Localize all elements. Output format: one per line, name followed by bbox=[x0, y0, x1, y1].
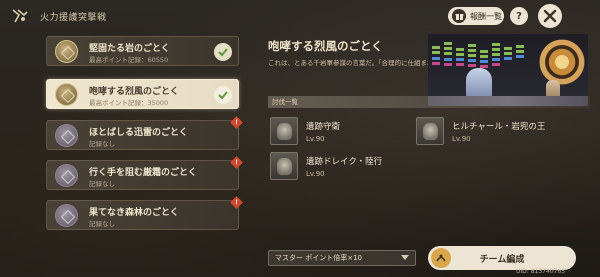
stage-item-3[interactable]: ほとばしる迅雷のごとく 記録なし ! bbox=[46, 116, 243, 150]
reward-list-label: 報酬一覧 bbox=[470, 11, 502, 21]
new-alert-icon: ! bbox=[230, 156, 243, 169]
enemy-item[interactable]: 遺跡ドレイク・陸行 Lv.90 bbox=[270, 152, 382, 180]
enemy-item[interactable]: ヒルチャール・岩兜の王 Lv.90 bbox=[416, 117, 545, 145]
reward-list-button[interactable]: 報酬一覧 bbox=[448, 7, 504, 25]
new-alert-icon: ! bbox=[230, 116, 243, 129]
stage-name: 咆哮する烈風のごとく bbox=[89, 87, 179, 97]
new-alert-icon: ! bbox=[230, 196, 243, 209]
stage-description: これは、とある千岩軍参謀の言葉だ。「合理的に仕組まれた攻撃は、烈風のごとく、敵の… bbox=[268, 59, 436, 67]
multiplier-label: マスター ポイント倍率×10 bbox=[275, 254, 362, 262]
stage-item-4[interactable]: 行く手を阻む厳霜のごとく 記録なし ! bbox=[46, 156, 243, 190]
speaker-graphic bbox=[536, 36, 588, 88]
stage-record: 記録なし bbox=[89, 180, 115, 188]
hilichurl-king-portrait-icon bbox=[416, 117, 444, 145]
stage-name: ほとばしる迅雷のごとく bbox=[89, 128, 188, 138]
enemy-list-heading: 討伐一覧 bbox=[268, 96, 590, 108]
stage-name: 果てなき森林のごとく bbox=[89, 208, 179, 218]
enemy-level: Lv.90 bbox=[306, 134, 325, 143]
stage-detail-title: 咆哮する烈風のごとく bbox=[268, 39, 383, 53]
anemo-emblem-icon bbox=[55, 83, 78, 106]
enemy-name: 遺跡守衛 bbox=[306, 121, 341, 132]
check-icon bbox=[214, 86, 232, 104]
team-setup-button[interactable]: チーム編成 bbox=[428, 246, 576, 270]
enemy-item[interactable]: 遺跡守衛 Lv.90 bbox=[270, 117, 340, 145]
uid-label: UID: 813740765 bbox=[516, 268, 566, 275]
stage-name: 行く手を阻む厳霜のごとく bbox=[89, 168, 197, 178]
stage-item-5[interactable]: 果てなき森林のごとく 記録なし ! bbox=[46, 196, 243, 230]
electro-emblem-icon bbox=[55, 124, 78, 147]
stage-record: 記録なし bbox=[89, 140, 115, 148]
top-bar: 火力援護突撃戦 報酬一覧 ? bbox=[0, 0, 600, 34]
stage-record: 記録なし bbox=[89, 220, 115, 228]
geo-emblem-icon bbox=[55, 40, 78, 63]
stage-name: 堅固たる岩のごとく bbox=[89, 44, 170, 54]
event-flag-icon bbox=[10, 6, 30, 26]
dendro-emblem-icon bbox=[55, 204, 78, 227]
help-button[interactable]: ? bbox=[510, 7, 528, 25]
gift-icon bbox=[452, 9, 466, 23]
party-icon bbox=[431, 248, 451, 268]
enemy-level: Lv.90 bbox=[306, 169, 325, 178]
enemy-name: 遺跡ドレイク・陸行 bbox=[306, 156, 383, 167]
stage-item-2[interactable]: 咆哮する烈風のごとく 最高ポイント記録：35000 bbox=[46, 79, 239, 109]
stage-record: 最高ポイント記録：35000 bbox=[89, 99, 169, 107]
ruin-drake-portrait-icon bbox=[270, 152, 298, 180]
close-button[interactable] bbox=[538, 4, 562, 28]
stage-item-1[interactable]: 堅固たる岩のごとく 最高ポイント記録：60550 bbox=[46, 36, 239, 66]
close-icon bbox=[543, 9, 557, 23]
cryo-emblem-icon bbox=[55, 164, 78, 187]
team-setup-label: チーム編成 bbox=[479, 254, 525, 265]
enemy-name: ヒルチャール・岩兜の王 bbox=[452, 121, 546, 132]
stage-record: 最高ポイント記録：60550 bbox=[89, 56, 169, 64]
point-multiplier-select[interactable]: マスター ポイント倍率×10 bbox=[268, 250, 416, 266]
ruin-guard-portrait-icon bbox=[270, 117, 298, 145]
check-icon bbox=[214, 43, 232, 61]
chevron-down-icon bbox=[401, 255, 409, 260]
enemy-level: Lv.90 bbox=[452, 134, 471, 143]
event-title: 火力援護突撃戦 bbox=[40, 13, 107, 23]
